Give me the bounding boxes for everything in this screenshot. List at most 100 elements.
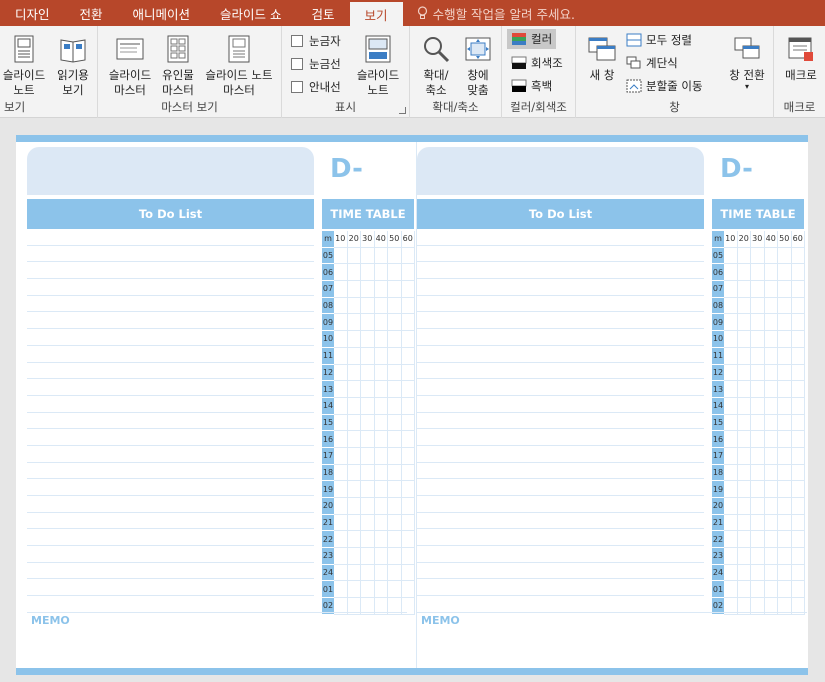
switch-windows-button[interactable]: 창 전환 ▾ [724,34,770,91]
timetable-hour-row[interactable]: 10 [712,331,805,348]
handout-master-button[interactable]: 유인물 마스터 [156,34,200,98]
todo-line[interactable] [27,529,314,547]
todo-line[interactable] [27,379,314,396]
timetable-grid[interactable]: m 10 20 30 40 50 60 05 06 07 08 09 10 11 12 13 14 15 16 17 1… [712,231,805,615]
tab-design[interactable]: 디자인 [0,0,65,26]
timetable-hour-row[interactable]: 22 [322,531,415,549]
todo-line[interactable] [27,279,314,296]
arrange-all-button[interactable]: 모두 정렬 [626,32,692,48]
timetable-hour-row[interactable]: 13 [712,381,805,398]
tell-me-box[interactable]: 수행할 작업을 알려 주세요. [403,0,575,26]
timetable-grid[interactable]: m 10 20 30 40 50 60 05 06 07 08 09 10 11 12 13 14 15 16 17 1… [322,231,415,615]
todo-line[interactable] [417,329,704,346]
new-window-button[interactable]: 새 창 [584,34,620,83]
timetable-hour-row[interactable]: 12 [322,364,415,382]
todo-line[interactable] [27,246,314,263]
grayscale-button[interactable]: 회색조 [511,55,563,71]
todo-line[interactable] [27,363,314,380]
todo-line[interactable] [417,413,704,430]
timetable-hour-row[interactable]: 24 [322,564,415,582]
todo-line[interactable] [27,229,314,246]
timetable-hour-row[interactable]: 22 [712,531,805,549]
tab-view[interactable]: 보기 [349,2,403,26]
todo-lines[interactable] [27,229,314,613]
todo-header[interactable]: To Do List [27,199,314,229]
checkbox-box[interactable] [291,58,303,70]
fit-to-window-button[interactable]: 창에 맞춤 [458,34,498,98]
timetable-hour-row[interactable]: 20 [322,498,415,515]
checkbox-box[interactable] [291,35,303,47]
tab-transitions[interactable]: 전환 [65,0,118,26]
todo-line[interactable] [417,279,704,296]
timetable-hour-row[interactable]: 18 [712,464,805,482]
timetable-hour-row[interactable]: 13 [322,381,415,398]
todo-line[interactable] [417,513,704,530]
timetable-hour-row[interactable]: 23 [712,548,805,565]
todo-line[interactable] [417,429,704,446]
slide-master-button[interactable]: 슬라이드 마스터 [102,34,158,98]
todo-line[interactable] [417,363,704,380]
timetable-hour-row[interactable]: 14 [712,397,805,415]
checkbox-box[interactable] [291,81,303,93]
timetable-header[interactable]: TIME TABLE [712,199,804,229]
todo-line[interactable] [27,546,314,563]
timetable-hour-row[interactable]: 19 [712,481,805,498]
timetable-hour-row[interactable]: 01 [712,581,805,599]
todo-line[interactable] [417,396,704,413]
todo-line[interactable] [27,463,314,480]
cascade-button[interactable]: 계단식 [626,55,678,71]
todo-line[interactable] [27,446,314,463]
todo-line[interactable] [27,262,314,280]
timetable-hour-row[interactable]: 21 [712,514,805,532]
memo-label[interactable]: MEMO [421,614,460,627]
timetable-hour-row[interactable]: 07 [322,281,415,298]
notes-master-button[interactable]: 슬라이드 노트 마스터 [200,34,278,98]
timetable-hour-row[interactable]: 05 [712,247,805,265]
notes-pane-button[interactable]: 슬라이드 노트 [350,34,406,98]
timetable-hour-row[interactable]: 14 [322,397,415,415]
todo-line[interactable] [417,346,704,363]
timetable-hour-row[interactable]: 08 [712,297,805,315]
timetable-hour-row[interactable]: 16 [322,431,415,448]
timetable-hour-row[interactable]: 17 [322,447,415,465]
timetable-hour-row[interactable]: 10 [322,331,415,348]
timetable-hour-row[interactable]: 15 [322,414,415,432]
tab-review[interactable]: 검토 [297,0,350,26]
slide-notes-view-button[interactable]: 슬라이드 노트 [0,34,48,98]
todo-line[interactable] [417,563,704,580]
todo-line[interactable] [27,396,314,413]
todo-line[interactable] [417,479,704,496]
memo-label[interactable]: MEMO [31,614,70,627]
timetable-hour-row[interactable]: 11 [712,347,805,365]
d-day-label[interactable]: D- [330,154,363,184]
todo-line[interactable] [417,379,704,396]
ruler-checkbox[interactable]: 눈금자 [291,33,341,49]
tab-animations[interactable]: 애니메이션 [118,0,206,26]
zoom-button[interactable]: 확대/ 축소 [416,34,456,98]
timetable-hour-row[interactable]: 08 [322,297,415,315]
move-split-button[interactable]: 분할줄 이동 [626,78,703,94]
timetable-hour-row[interactable]: 12 [712,364,805,382]
todo-line[interactable] [27,479,314,496]
timetable-hour-row[interactable]: 16 [712,431,805,448]
date-header-box[interactable] [27,147,314,195]
timetable-hour-row[interactable]: 19 [322,481,415,498]
todo-line[interactable] [27,346,314,363]
slide[interactable]: D- To Do List TIME TABLE m 10 20 30 40 50 60 05… [16,135,808,675]
todo-lines[interactable] [417,229,704,613]
todo-line[interactable] [27,496,314,513]
todo-line[interactable] [417,262,704,280]
d-day-label[interactable]: D- [720,154,753,184]
timetable-hour-row[interactable]: 11 [322,347,415,365]
timetable-hour-row[interactable]: 07 [712,281,805,298]
color-button[interactable]: 컬러 [507,29,557,49]
todo-line[interactable] [27,563,314,580]
timetable-hour-row[interactable]: 09 [712,314,805,332]
todo-line[interactable] [417,529,704,547]
todo-line[interactable] [417,312,704,330]
todo-line[interactable] [27,429,314,446]
todo-line[interactable] [417,579,704,597]
black-white-button[interactable]: 흑백 [511,78,552,94]
timetable-hour-row[interactable]: 01 [322,581,415,599]
timetable-hour-row[interactable]: 09 [322,314,415,332]
